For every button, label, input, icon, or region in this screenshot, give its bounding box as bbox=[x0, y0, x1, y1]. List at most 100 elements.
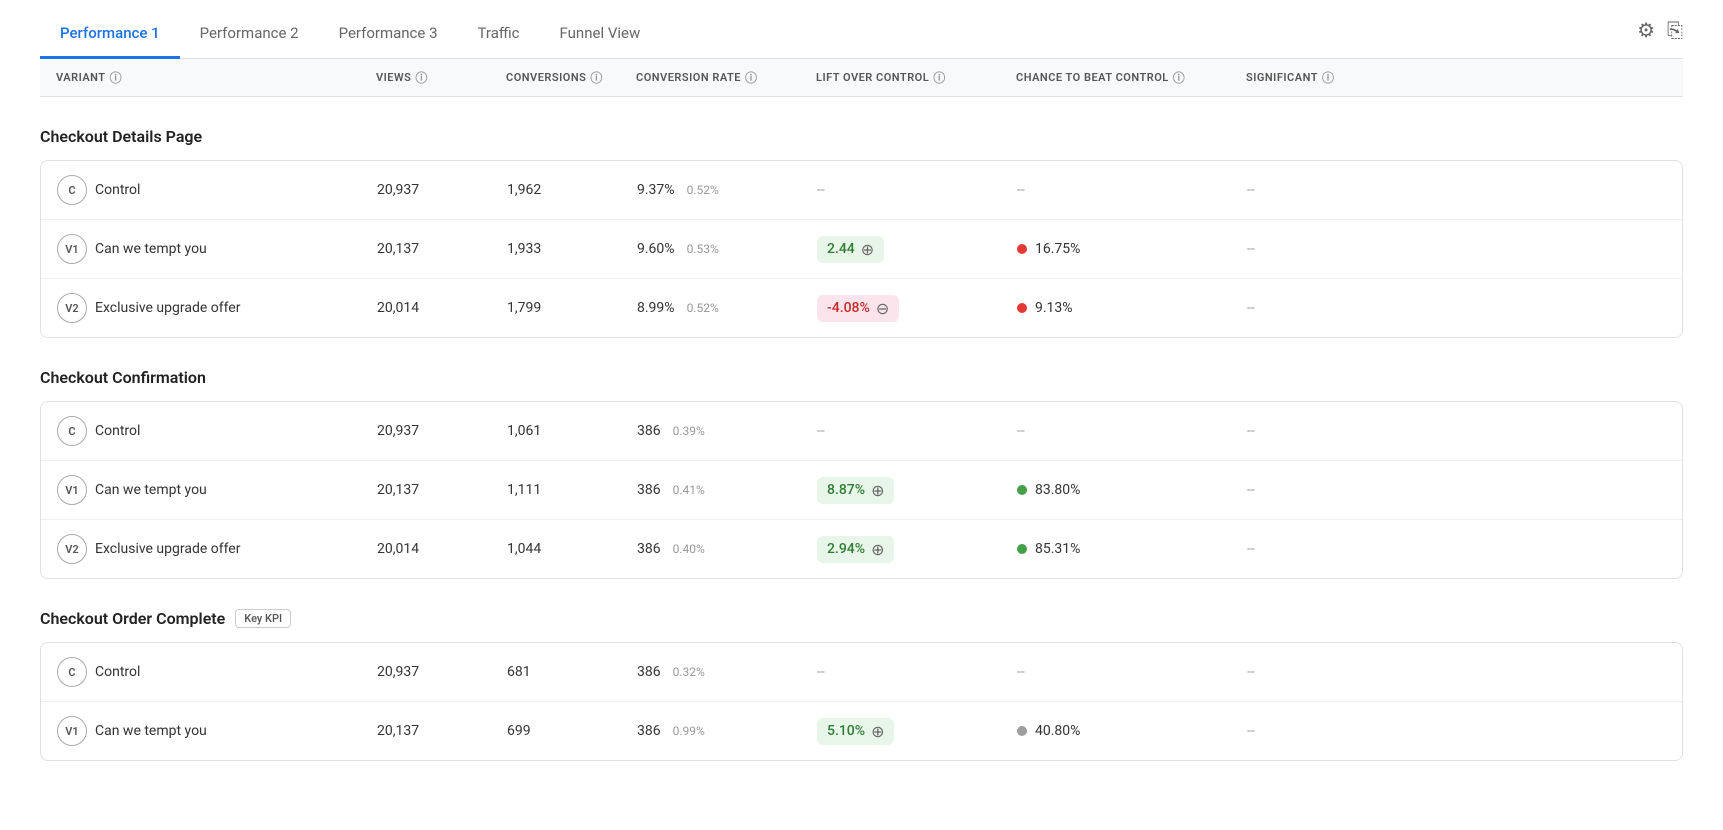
variant-name: Control bbox=[95, 664, 140, 680]
lift-up-icon[interactable]: ⊕ bbox=[871, 481, 884, 500]
lift-up-icon[interactable]: ⊕ bbox=[861, 240, 874, 259]
section-title: Checkout Details Page bbox=[40, 117, 1683, 160]
export-icon[interactable]: ⎘ bbox=[1667, 18, 1683, 42]
variant-cell: CControl bbox=[41, 416, 361, 446]
chance-dot-red bbox=[1017, 303, 1027, 313]
conv-rate-cell: 3860.32% bbox=[621, 664, 801, 680]
lift-badge: 5.10%⊕ bbox=[817, 718, 894, 745]
table-row: V2Exclusive upgrade offer20,0141,0443860… bbox=[41, 520, 1682, 578]
tab-traffic[interactable]: Traffic bbox=[458, 10, 540, 59]
conv-rate-cell: 3860.99% bbox=[621, 723, 801, 739]
chance-cell: 16.75% bbox=[1001, 241, 1231, 257]
col-header-lift: LIFT OVER CONTROL ⓘ bbox=[800, 69, 1000, 86]
variant-name: Can we tempt you bbox=[95, 482, 207, 498]
conv-rate-cell: 8.99%0.52% bbox=[621, 300, 801, 316]
views-cell: 20,937 bbox=[361, 423, 491, 439]
views-cell: 20,014 bbox=[361, 300, 491, 316]
conv-rate-cell: 9.37%0.52% bbox=[621, 182, 801, 198]
variant-cell: V1 Can we tempt you bbox=[41, 475, 361, 505]
variant-badge: V1 bbox=[57, 716, 87, 746]
lift-up-icon[interactable]: ⊕ bbox=[871, 540, 884, 559]
lift-cell: -4.08%⊖ bbox=[801, 295, 1001, 322]
significant-cell: -- bbox=[1231, 541, 1391, 557]
table-row: CControl20,9371,0613860.39%------ bbox=[41, 402, 1682, 461]
section-checkout-order-complete: Checkout Order CompleteKey KPI C Control 20… bbox=[40, 599, 1683, 761]
variant-badge: V2 bbox=[57, 534, 87, 564]
conversions-cell: 681 bbox=[491, 664, 621, 680]
views-info-icon[interactable]: ⓘ bbox=[415, 69, 428, 86]
lift-down-icon[interactable]: ⊖ bbox=[876, 299, 889, 318]
col-header-conversions: CONVERSIONS ⓘ bbox=[490, 69, 620, 86]
rows-container: CControl20,9371,0613860.39%------ V1 Can w… bbox=[40, 401, 1683, 579]
lift-up-icon[interactable]: ⊕ bbox=[871, 722, 884, 741]
tab-performance-2[interactable]: Performance 2 bbox=[180, 10, 319, 59]
conversions-cell: 1,962 bbox=[491, 182, 621, 198]
chance-cell: 40.80% bbox=[1001, 723, 1231, 739]
conversions-cell: 1,933 bbox=[491, 241, 621, 257]
tab-performance-1[interactable]: Performance 1 bbox=[40, 10, 180, 59]
variant-badge: C bbox=[57, 657, 87, 687]
variant-cell: V1Can we tempt you bbox=[41, 234, 361, 264]
variant-cell: V2 Exclusive upgrade offer bbox=[41, 534, 361, 564]
table-row: V2Exclusive upgrade offer20,0141,7998.99… bbox=[41, 279, 1682, 337]
col-header-variant: VARIANT ⓘ bbox=[40, 69, 360, 86]
conv-rate-info-icon[interactable]: ⓘ bbox=[745, 69, 758, 86]
chance-dot-gray bbox=[1017, 726, 1027, 736]
conv-rate-cell: 9.60%0.53% bbox=[621, 241, 801, 257]
variant-cell: V1 Can we tempt you bbox=[41, 716, 361, 746]
views-cell: 20,137 bbox=[361, 241, 491, 257]
rows-container: CControl20,9371,9629.37%0.52%------V1Can… bbox=[40, 160, 1683, 338]
views-cell: 20,137 bbox=[361, 482, 491, 498]
table-header: VARIANT ⓘ VIEWS ⓘ CONVERSIONS ⓘ CONVERSI… bbox=[40, 59, 1683, 97]
settings-icon[interactable]: ⚙ bbox=[1637, 18, 1655, 42]
lift-cell: -- bbox=[801, 182, 1001, 198]
section-title: Checkout Order CompleteKey KPI bbox=[40, 599, 1683, 642]
conversions-info-icon[interactable]: ⓘ bbox=[590, 69, 603, 86]
lift-cell: -- bbox=[801, 664, 1001, 680]
col-header-conv-rate: CONVERSION RATE ⓘ bbox=[620, 69, 800, 86]
views-cell: 20,014 bbox=[361, 541, 491, 557]
chance-cell: 9.13% bbox=[1001, 300, 1231, 316]
variant-cell: V2Exclusive upgrade offer bbox=[41, 293, 361, 323]
chance-cell: -- bbox=[1001, 423, 1231, 439]
lift-badge: 2.44⊕ bbox=[817, 236, 884, 263]
views-cell: 20,937 bbox=[361, 182, 491, 198]
chance-cell: -- bbox=[1001, 182, 1231, 198]
lift-badge: 8.87%⊕ bbox=[817, 477, 894, 504]
variant-name: Can we tempt you bbox=[95, 723, 207, 739]
significant-cell: -- bbox=[1231, 423, 1391, 439]
chance-info-icon[interactable]: ⓘ bbox=[1173, 69, 1186, 86]
tab-funnel-view[interactable]: Funnel View bbox=[540, 10, 661, 59]
lift-info-icon[interactable]: ⓘ bbox=[933, 69, 946, 86]
chance-cell: 85.31% bbox=[1001, 541, 1231, 557]
lift-badge: -4.08%⊖ bbox=[817, 295, 899, 322]
tab-bar: Performance 1 Performance 2 Performance … bbox=[40, 0, 1683, 59]
variant-cell: C Control bbox=[41, 657, 361, 687]
lift-cell: -- bbox=[801, 423, 1001, 439]
significant-cell: -- bbox=[1231, 664, 1391, 680]
variant-name: Exclusive upgrade offer bbox=[95, 541, 240, 557]
chance-dot-green bbox=[1017, 485, 1027, 495]
conv-rate-cell: 3860.41% bbox=[621, 482, 801, 498]
significant-cell: -- bbox=[1231, 300, 1391, 316]
variant-badge: V1 bbox=[57, 475, 87, 505]
variant-info-icon[interactable]: ⓘ bbox=[110, 69, 123, 86]
lift-cell: 8.87%⊕ bbox=[801, 477, 1001, 504]
chance-cell: 83.80% bbox=[1001, 482, 1231, 498]
conversions-cell: 1,044 bbox=[491, 541, 621, 557]
lift-cell: 5.10%⊕ bbox=[801, 718, 1001, 745]
lift-cell: 2.44⊕ bbox=[801, 236, 1001, 263]
variant-badge: C bbox=[57, 416, 87, 446]
significant-info-icon[interactable]: ⓘ bbox=[1322, 69, 1335, 86]
conv-rate-cell: 3860.39% bbox=[621, 423, 801, 439]
tab-performance-3[interactable]: Performance 3 bbox=[319, 10, 458, 59]
conversions-cell: 1,111 bbox=[491, 482, 621, 498]
table-row: V1Can we tempt you20,1376993860.99%5.10%… bbox=[41, 702, 1682, 760]
views-cell: 20,137 bbox=[361, 723, 491, 739]
variant-name: Can we tempt you bbox=[95, 241, 207, 257]
col-header-chance: CHANCE TO BEAT CONTROL ⓘ bbox=[1000, 69, 1230, 86]
table-row: V1 Can we tempt you 20,1371,1113860.41% 8.8… bbox=[41, 461, 1682, 520]
chance-cell: -- bbox=[1001, 664, 1231, 680]
significant-cell: -- bbox=[1231, 241, 1391, 257]
col-header-significant: SIGNIFICANT ⓘ bbox=[1230, 69, 1390, 86]
